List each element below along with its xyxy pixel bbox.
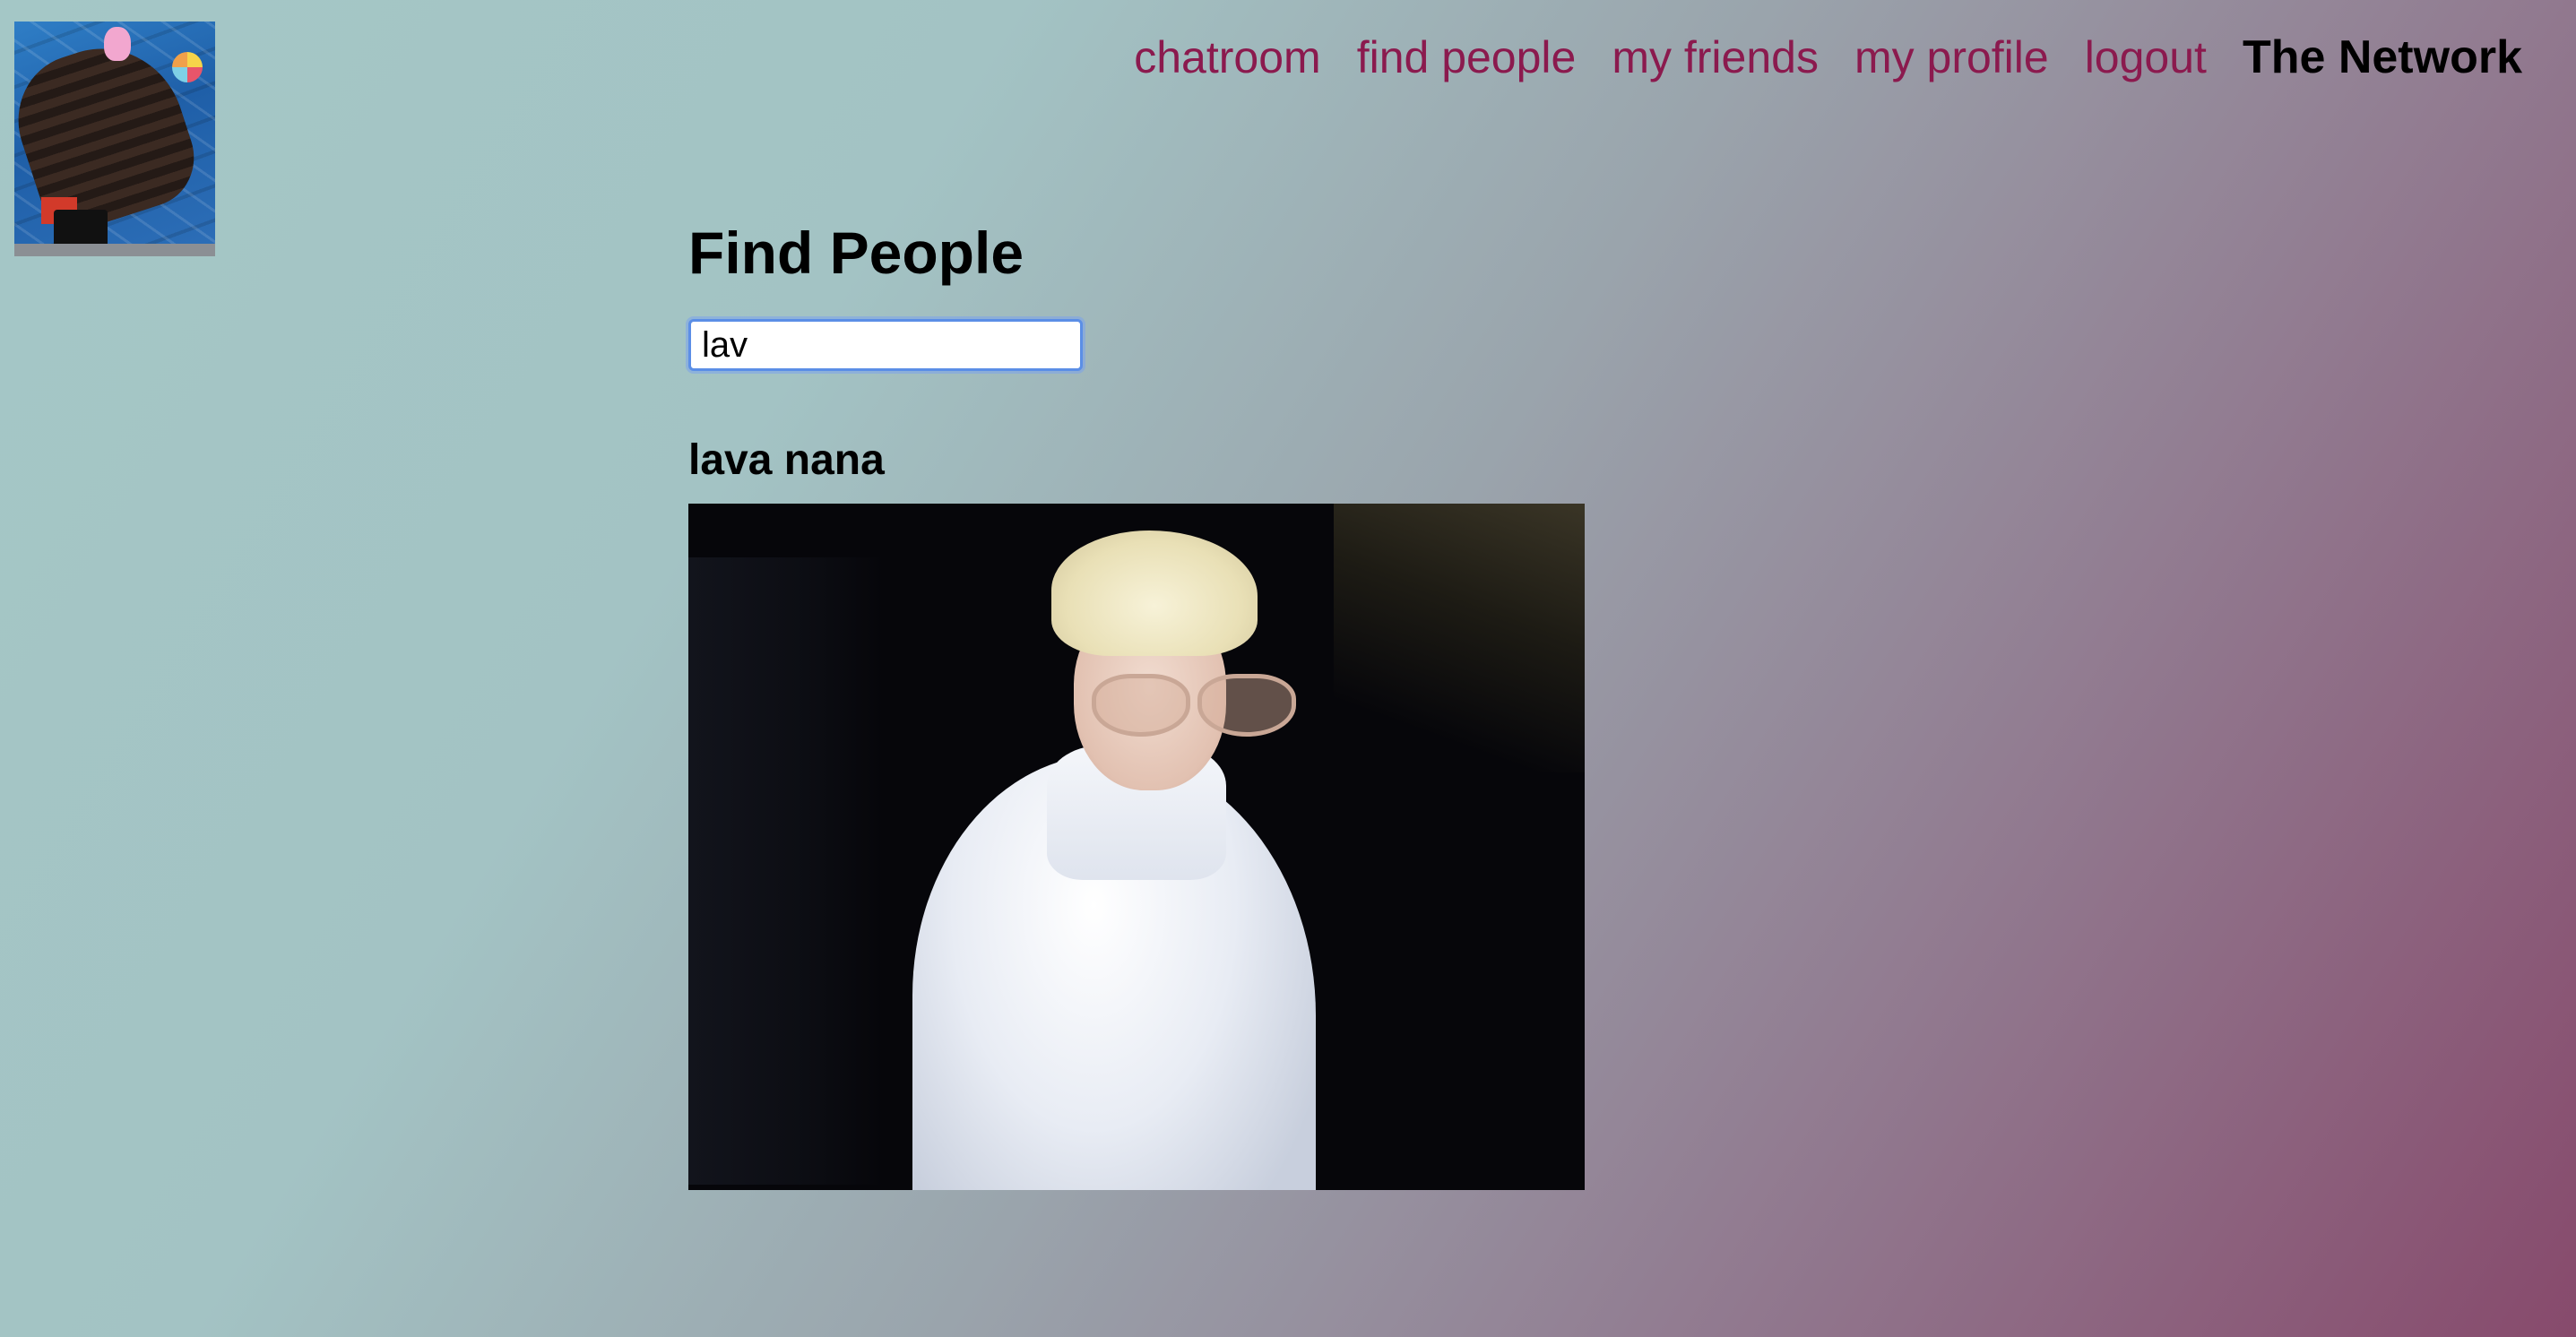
nav-my-friends[interactable]: my friends (1612, 31, 1819, 83)
glasses-lens-right (1197, 674, 1296, 737)
page-title: Find People (688, 220, 1024, 286)
avatar[interactable] (14, 22, 215, 256)
avatar-head (104, 27, 131, 61)
top-nav: chatroom find people my friends my profi… (1134, 30, 2522, 84)
photo-background-left (688, 557, 886, 1185)
nav-find-people[interactable]: find people (1357, 31, 1577, 83)
nav-logout[interactable]: logout (2085, 31, 2207, 83)
nav-my-profile[interactable]: my profile (1854, 31, 2049, 83)
result-name[interactable]: lava nana (688, 436, 885, 485)
avatar-ball (172, 52, 203, 82)
brand-title: The Network (2242, 31, 2522, 83)
glasses-icon (1083, 674, 1307, 737)
photo-background-right (1334, 504, 1585, 772)
search-input[interactable] (688, 319, 1083, 371)
result-photo[interactable] (688, 504, 1585, 1190)
avatar-floor (14, 244, 215, 256)
photo-hair (1051, 530, 1258, 656)
glasses-lens-left (1092, 674, 1190, 737)
nav-chatroom[interactable]: chatroom (1134, 31, 1320, 83)
